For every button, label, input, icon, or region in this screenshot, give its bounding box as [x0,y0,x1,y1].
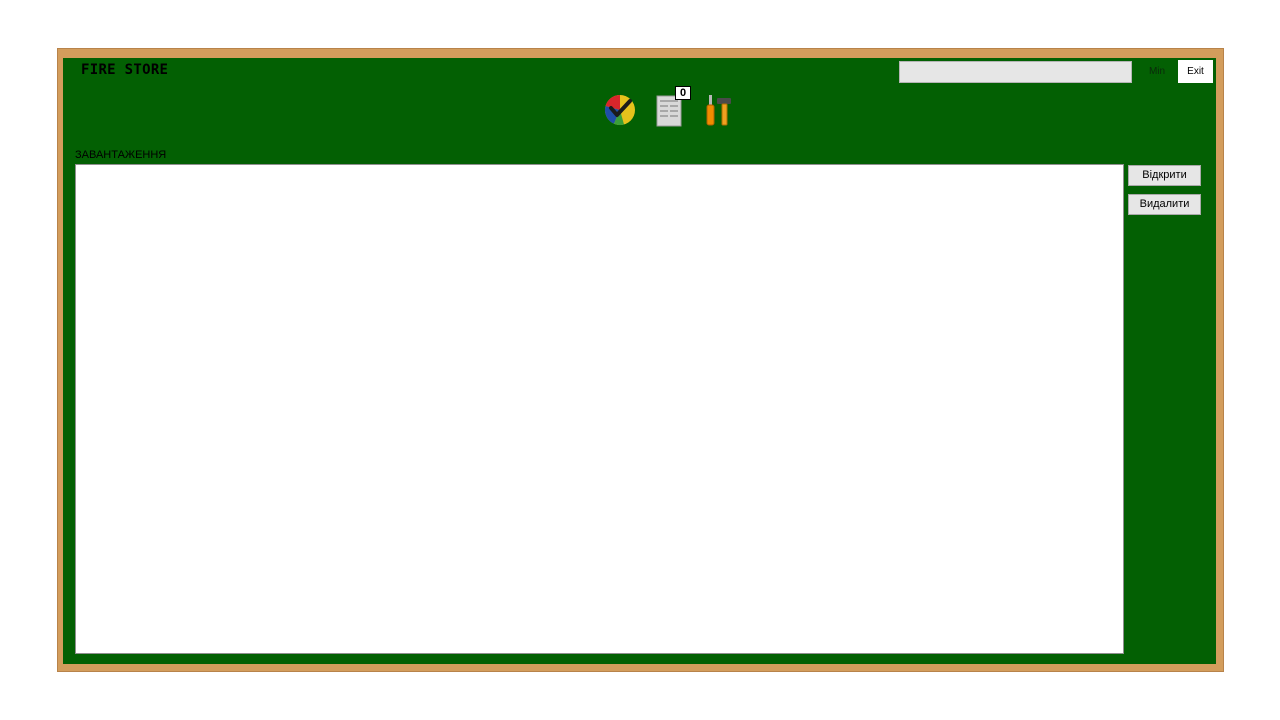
minimize-button[interactable]: Min [1136,61,1178,83]
delete-button[interactable]: Видалити [1128,194,1201,215]
window-client-area: FIRE STORE Min Exit 0 ЗАВАНТАЖЕННЯ Відкр… [63,58,1216,664]
exit-button[interactable]: Exit [1178,60,1213,83]
downloads-label: ЗАВАНТАЖЕННЯ [75,149,167,161]
open-button[interactable]: Відкрити [1128,165,1201,186]
chart-check-icon[interactable] [602,92,638,128]
document-count-badge: 0 [675,86,691,100]
document-list-icon[interactable]: 0 [651,86,691,128]
search-input[interactable] [899,61,1132,83]
downloads-list[interactable] [75,164,1124,654]
tools-icon[interactable] [700,92,736,128]
main-window: FIRE STORE Min Exit 0 ЗАВАНТАЖЕННЯ Відкр… [57,48,1224,672]
app-title: FIRE STORE [81,62,169,78]
